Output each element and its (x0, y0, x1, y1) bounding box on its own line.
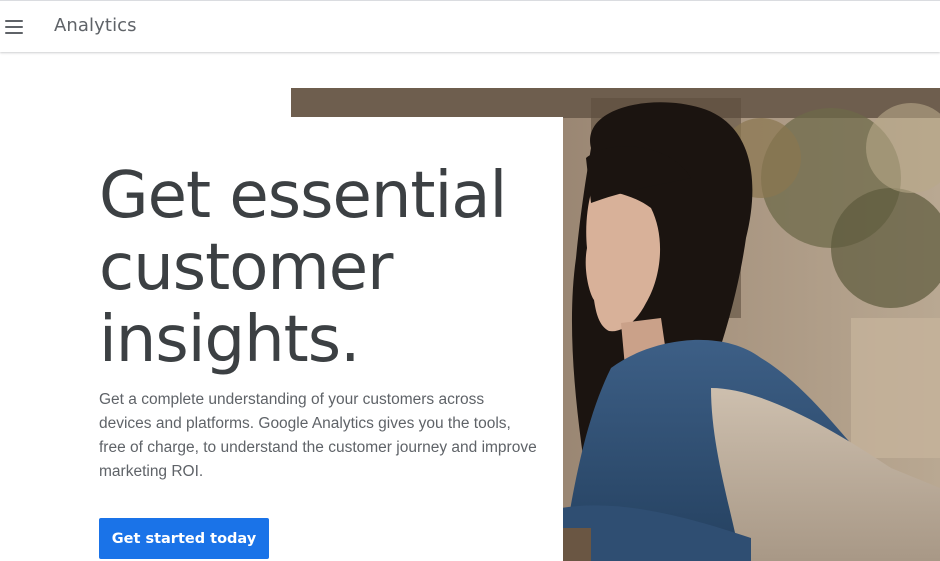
top-app-bar: Analytics (0, 0, 940, 52)
hero-description: Get a complete understanding of your cus… (99, 391, 537, 480)
hamburger-menu-icon[interactable] (5, 20, 23, 34)
hero-headline: Get essential customer insights. (99, 160, 549, 376)
headline-line-3: insights. (99, 303, 360, 377)
headline-line-2: customer (99, 231, 393, 305)
hero-panel-top (0, 52, 291, 117)
headline-line-1: Get essential (99, 159, 507, 233)
get-started-button[interactable]: Get started today (99, 518, 269, 559)
brand-title[interactable]: Analytics (54, 15, 137, 36)
